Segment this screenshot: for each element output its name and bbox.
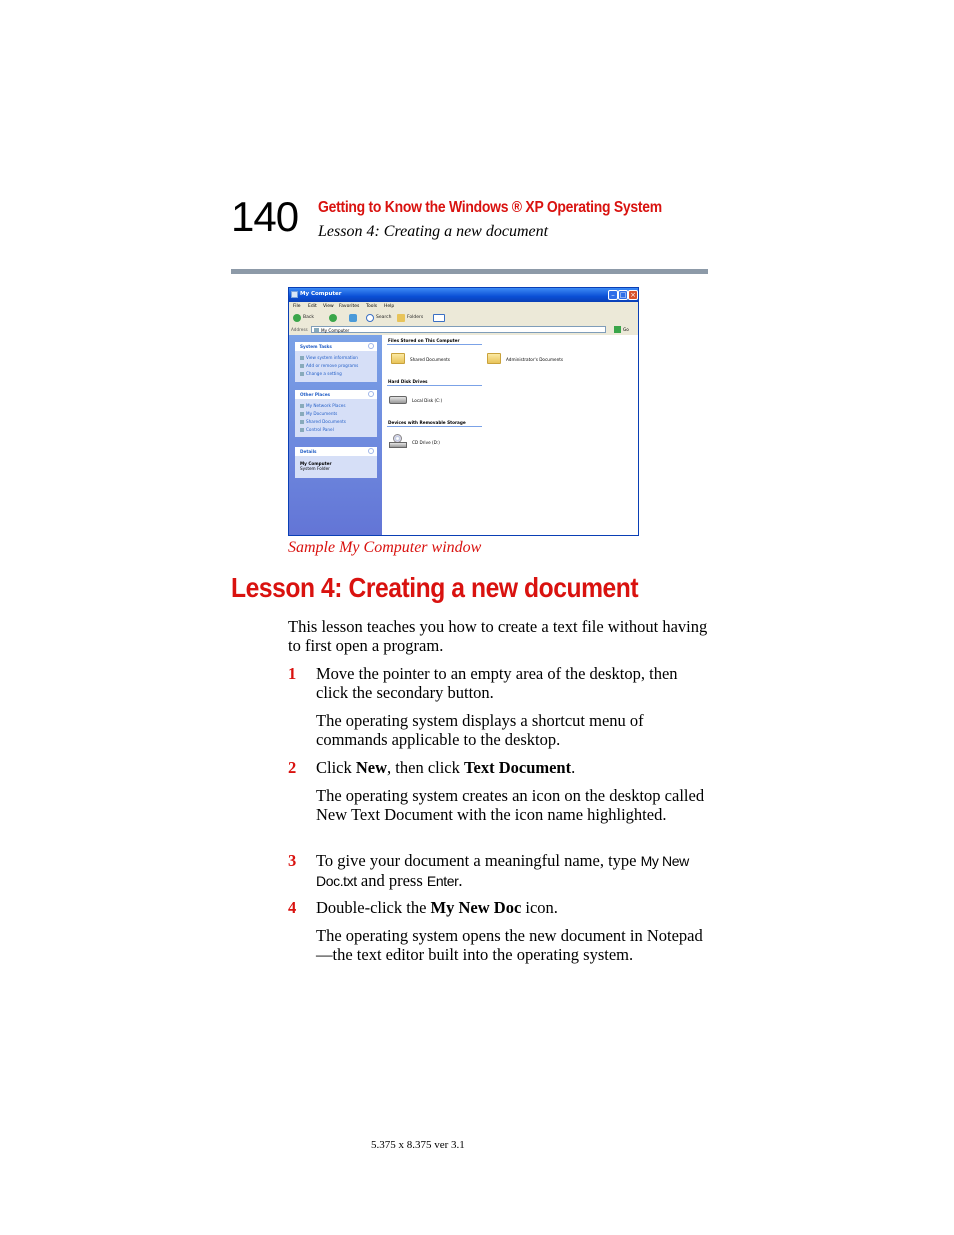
other-places-panel: Other Places My Network Places My Docume…: [295, 390, 377, 437]
menu-file: File: [293, 304, 301, 309]
folders-label: Folders: [407, 315, 424, 320]
computer-small-icon: [314, 328, 319, 332]
step-result: The operating system opens the new docum…: [316, 926, 703, 964]
collapse-icon: [368, 343, 374, 349]
search-label: Search: [376, 315, 392, 320]
place-shared-documents: Shared Documents: [306, 419, 346, 424]
my-computer-screenshot: My Computer – □ × File Edit View Favorit…: [288, 287, 639, 536]
place-my-documents: My Documents: [306, 411, 338, 416]
place-control-panel: Control Panel: [306, 427, 334, 432]
step-text: Click New, then click Text Document.: [316, 758, 576, 777]
address-field: My Computer: [311, 326, 606, 333]
content-pane: Files Stored on This Computer Shared Doc…: [382, 335, 638, 535]
step-number: 1: [288, 664, 297, 683]
computer-icon: [291, 291, 298, 298]
task-pane: System Tasks View system information Add…: [289, 335, 382, 535]
lesson-heading: Lesson 4: Creating a new document: [231, 572, 639, 603]
details-title: Details: [300, 449, 317, 454]
file-name-code: Doc.txt: [316, 873, 357, 889]
step-number: 2: [288, 758, 297, 777]
up-folder-icon: [349, 314, 357, 322]
menu-edit: Edit: [308, 304, 317, 309]
section-title: Lesson 4: Creating a new document: [318, 223, 549, 240]
search-icon: [366, 314, 374, 322]
maximize-icon: □: [618, 290, 628, 300]
back-icon: [293, 314, 301, 322]
place-network: My Network Places: [306, 403, 346, 408]
task-change-setting: Change a setting: [306, 371, 342, 376]
forward-icon: [329, 314, 337, 322]
group-files: Files Stored on This Computer: [388, 338, 460, 343]
collapse-icon: [368, 391, 374, 397]
details-panel: Details My Computer System Folder: [295, 447, 377, 478]
text-document-command: Text Document: [464, 758, 572, 777]
system-tasks-title: System Tasks: [300, 344, 332, 349]
footer-version: 5.375 x 8.375 ver 3.1: [371, 1139, 465, 1151]
admin-documents-label: Administrator's Documents: [506, 357, 564, 362]
my-new-doc-icon-label: My New Doc: [430, 898, 522, 917]
folder-icon: [487, 353, 501, 364]
address-label: Address: [291, 327, 308, 332]
step-text: Double-click the My New Doc icon.: [316, 898, 558, 917]
address-value: My Computer: [321, 328, 350, 333]
figure-caption: Sample My Computer window: [288, 539, 482, 556]
local-disk-label: Local Disk (C:): [412, 398, 443, 403]
enter-key: Enter: [426, 873, 459, 889]
group-removable: Devices with Removable Storage: [388, 420, 466, 425]
other-places-title: Other Places: [300, 392, 331, 397]
cd-drive-icon: [389, 434, 407, 448]
task-add-remove: Add or remove programs: [306, 363, 359, 368]
step-text: To give your document a meaningful name,…: [316, 851, 690, 890]
task-view-system-info: View system information: [306, 355, 358, 360]
go-arrow-icon: [614, 326, 621, 333]
new-command: New: [355, 758, 388, 777]
menu-help: Help: [384, 304, 395, 309]
window-title-bar: My Computer – □ ×: [289, 288, 638, 302]
file-name-code: My New: [640, 853, 690, 869]
menu-tools: Tools: [366, 304, 378, 309]
step-result: The operating system creates an icon on …: [316, 786, 705, 824]
back-label: Back: [303, 315, 314, 320]
folder-icon: [391, 353, 405, 364]
page-number: 140: [231, 193, 299, 240]
intro-paragraph: This lesson teaches you how to create a …: [288, 617, 708, 655]
group-hard-disks: Hard Disk Drives: [388, 379, 428, 384]
step-number: 4: [288, 898, 297, 917]
step-number: 3: [288, 851, 297, 870]
shared-documents-label: Shared Documents: [410, 357, 450, 362]
chapter-title: Getting to Know the Windows ® XP Operati…: [318, 199, 662, 216]
details-type: System Folder: [300, 466, 330, 471]
collapse-icon: [368, 448, 374, 454]
folders-icon: [397, 314, 405, 322]
close-icon: ×: [628, 290, 638, 300]
go-label: Go: [623, 327, 629, 332]
header-rule: [231, 269, 708, 274]
window-title: My Computer: [300, 291, 342, 297]
system-tasks-panel: System Tasks View system information Add…: [295, 342, 377, 382]
step-result: The operating system displays a shortcut…: [316, 711, 644, 749]
menu-view: View: [323, 304, 334, 309]
menu-favorites: Favorites: [339, 304, 360, 309]
step-text: Move the pointer to an empty area of the…: [316, 664, 678, 702]
minimize-icon: –: [608, 290, 618, 300]
cd-drive-label: CD Drive (D:): [412, 440, 440, 445]
views-icon: [433, 314, 445, 322]
toolbar: Back Search Folders: [289, 311, 638, 326]
hard-disk-icon: [389, 396, 407, 404]
